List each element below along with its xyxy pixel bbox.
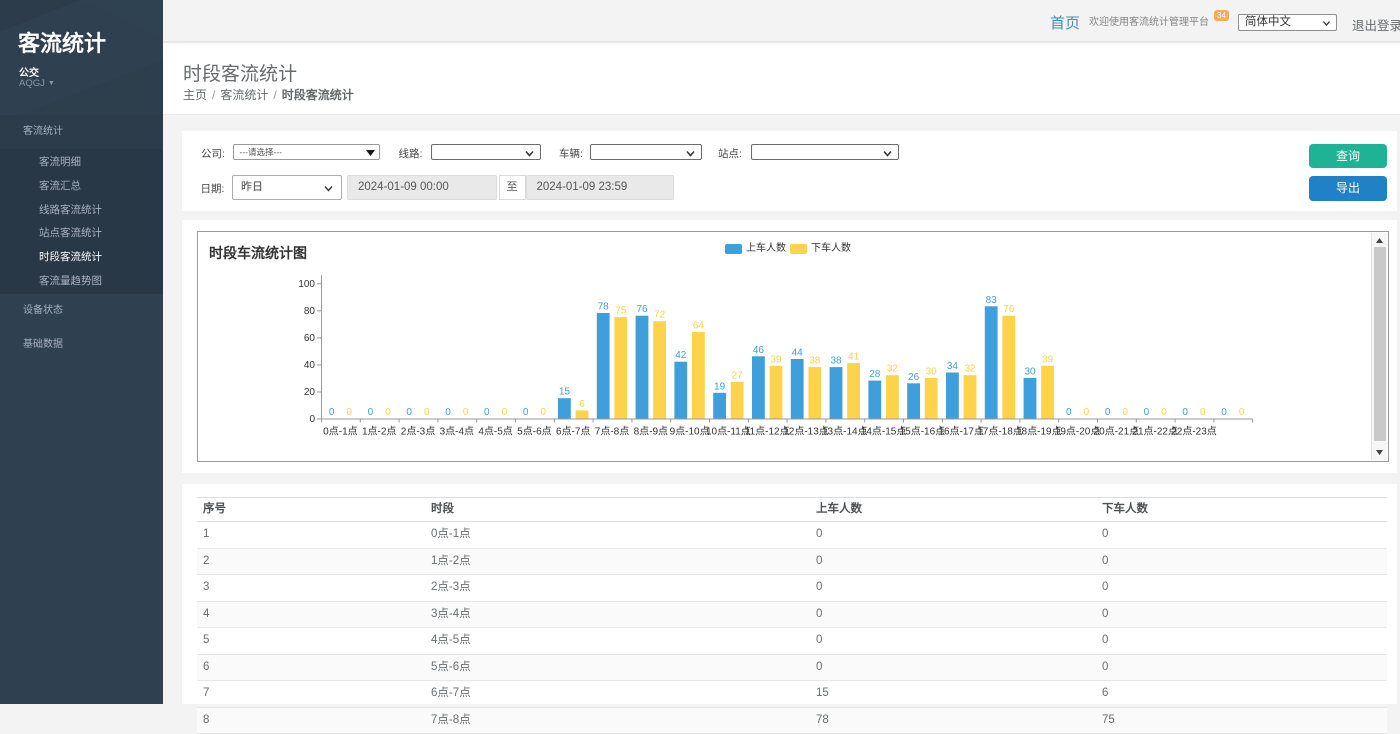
svg-text:0: 0 [1122,407,1128,418]
svg-text:76: 76 [1003,304,1015,315]
svg-text:3点-4点: 3点-4点 [440,426,474,438]
svg-text:0: 0 [346,407,352,418]
svg-text:5点-6点: 5点-6点 [517,426,551,438]
svg-text:0: 0 [329,407,335,418]
svg-text:28: 28 [869,369,881,380]
svg-text:44: 44 [792,348,804,359]
svg-text:0: 0 [463,407,469,418]
svg-text:40: 40 [304,360,316,371]
svg-text:22点-23点: 22点-23点 [1171,426,1217,438]
svg-text:46: 46 [753,345,765,356]
svg-text:6点-7点: 6点-7点 [556,426,590,438]
svg-text:0: 0 [368,407,374,418]
svg-text:0: 0 [1221,407,1227,418]
svg-text:0: 0 [1084,407,1090,418]
svg-text:0: 0 [445,407,451,418]
svg-text:75: 75 [615,306,627,317]
svg-text:26: 26 [908,372,920,383]
svg-text:72: 72 [654,310,666,321]
svg-text:0: 0 [1066,407,1072,418]
svg-text:20: 20 [304,387,316,398]
svg-text:2点-3点: 2点-3点 [401,426,435,438]
svg-text:8点-9点: 8点-9点 [634,426,668,438]
svg-text:0: 0 [523,407,529,418]
svg-text:0: 0 [424,407,430,418]
svg-text:38: 38 [809,356,821,367]
svg-text:32: 32 [964,364,976,375]
svg-text:0: 0 [1182,407,1188,418]
svg-text:60: 60 [304,333,316,344]
svg-text:78: 78 [598,302,610,313]
svg-text:42: 42 [675,350,687,361]
svg-text:6: 6 [579,399,585,410]
svg-text:0: 0 [406,407,412,418]
svg-text:0: 0 [385,407,391,418]
svg-text:0: 0 [1161,407,1167,418]
svg-text:39: 39 [770,354,782,365]
svg-text:100: 100 [298,279,315,290]
svg-text:0: 0 [1239,407,1245,418]
svg-text:27: 27 [732,371,744,382]
svg-text:0: 0 [1105,407,1111,418]
svg-text:83: 83 [986,295,998,306]
svg-text:32: 32 [887,364,899,375]
svg-text:34: 34 [947,361,959,372]
svg-text:9点-10点: 9点-10点 [670,426,710,438]
svg-text:41: 41 [848,352,860,363]
svg-text:0: 0 [1144,407,1150,418]
svg-text:80: 80 [304,306,316,317]
svg-text:30: 30 [1024,366,1036,377]
svg-text:0: 0 [540,407,546,418]
svg-text:0: 0 [484,407,490,418]
svg-text:1点-2点: 1点-2点 [362,426,396,438]
svg-text:15: 15 [559,387,571,398]
svg-text:0: 0 [502,407,508,418]
svg-text:39: 39 [1042,354,1054,365]
svg-text:19: 19 [714,381,726,392]
svg-text:30: 30 [926,366,938,377]
svg-text:64: 64 [693,321,705,332]
svg-text:7点-8点: 7点-8点 [595,426,629,438]
svg-text:0点-1点: 0点-1点 [323,426,357,438]
svg-text:4点-5点: 4点-5点 [478,426,512,438]
svg-text:76: 76 [636,304,648,315]
svg-text:38: 38 [830,356,842,367]
svg-text:0: 0 [309,414,315,425]
svg-text:0: 0 [1200,407,1206,418]
